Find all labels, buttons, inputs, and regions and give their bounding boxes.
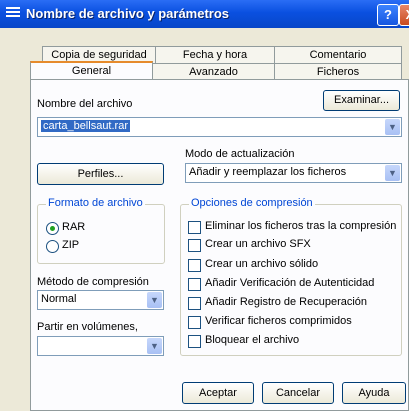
checkbox-icon[interactable]	[188, 316, 201, 329]
option-label: Eliminar los ficheros tras la compresión	[205, 220, 397, 232]
filename-label: Nombre del archivo	[37, 98, 133, 110]
chevron-down-icon[interactable]: ▼	[385, 119, 400, 135]
option-label: Crear un archivo SFX	[205, 238, 311, 250]
radio-empty-icon[interactable]	[46, 240, 59, 253]
profiles-button[interactable]: Perfiles...	[37, 163, 164, 185]
option-label: Añadir Registro de Recuperación	[205, 296, 368, 308]
chevron-down-icon[interactable]: ▼	[147, 338, 162, 354]
chevron-down-icon[interactable]: ▼	[147, 292, 162, 308]
option-label: Bloquear el archivo	[205, 334, 300, 346]
ok-button[interactable]: Aceptar	[182, 382, 254, 404]
filename-combobox[interactable]: carta_bellsaut.rar ▼	[37, 117, 402, 137]
checkbox-icon[interactable]	[188, 335, 201, 348]
close-button[interactable]: X	[399, 4, 409, 26]
update-mode-value: Añadir y reemplazar los ficheros	[189, 166, 347, 178]
compression-method-value: Normal	[41, 293, 77, 305]
format-rar-label: RAR	[62, 221, 86, 233]
archive-format-legend: Formato de archivo	[46, 197, 145, 209]
checkbox-icon[interactable]	[188, 297, 201, 310]
update-mode-select[interactable]: Añadir y reemplazar los ficheros ▼	[185, 163, 402, 183]
help-title-button[interactable]: ?	[377, 4, 399, 26]
update-mode-label: Modo de actualización	[185, 148, 295, 160]
option-label: Añadir Verificación de Autenticidad	[205, 277, 375, 289]
tab-files[interactable]: Ficheros	[274, 63, 402, 80]
help-button[interactable]: Ayuda	[342, 382, 406, 404]
tab-date-time[interactable]: Fecha y hora	[155, 46, 275, 63]
tab-general[interactable]: General	[30, 61, 153, 80]
checkbox-icon[interactable]	[188, 221, 201, 234]
format-zip-label: ZIP	[62, 239, 80, 251]
checkbox-icon[interactable]	[188, 239, 201, 252]
filename-value[interactable]: carta_bellsaut.rar	[41, 120, 130, 132]
browse-button[interactable]: Examinar...	[323, 90, 400, 111]
dialog-window: Nombre de archivo y parámetros ? X Copia…	[0, 0, 409, 411]
option-label: Verificar ficheros comprimidos	[205, 315, 352, 327]
compression-options-legend: Opciones de compresión	[189, 197, 315, 209]
compression-method-label: Método de compresión	[37, 276, 149, 288]
checkbox-icon[interactable]	[188, 259, 201, 272]
compression-method-select[interactable]: Normal ▼	[37, 290, 164, 310]
split-volumes-label: Partir en volúmenes,	[37, 321, 138, 333]
checkbox-icon[interactable]	[188, 278, 201, 291]
app-menu-icon[interactable]	[6, 7, 20, 20]
title-bar[interactable]: Nombre de archivo y parámetros ? X	[0, 0, 409, 28]
chevron-down-icon[interactable]: ▼	[385, 165, 400, 181]
archive-format-group: Formato de archivo	[37, 197, 165, 264]
tab-advanced[interactable]: Avanzado	[152, 63, 275, 80]
radio-selected-icon[interactable]	[46, 222, 59, 235]
option-label: Crear un archivo sólido	[205, 258, 319, 270]
split-volumes-combobox[interactable]: ▼	[37, 336, 164, 356]
tab-comment[interactable]: Comentario	[274, 46, 402, 63]
window-title: Nombre de archivo y parámetros	[26, 6, 230, 21]
cancel-button[interactable]: Cancelar	[262, 382, 334, 404]
